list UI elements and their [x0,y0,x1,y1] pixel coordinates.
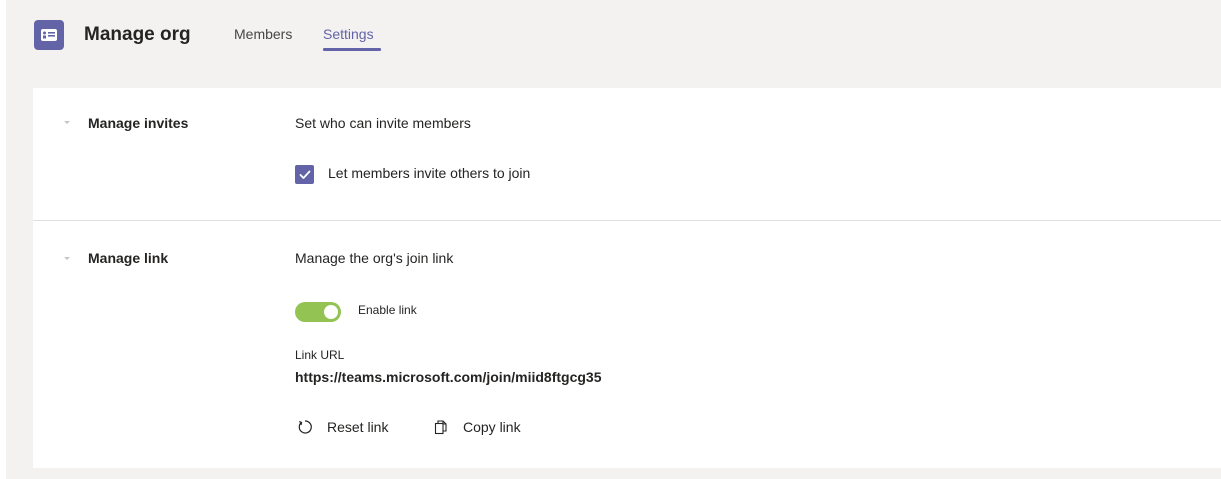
teams-org-icon [34,20,64,50]
copy-link-label: Copy link [463,419,521,435]
toggle-knob [324,305,338,319]
settings-card: Manage invites Set who can invite member… [33,88,1221,468]
enable-link-toggle[interactable] [295,302,341,322]
section-title-link: Manage link [88,250,169,266]
chevron-down-icon[interactable] [64,257,70,260]
enable-link-label: Enable link [358,303,417,317]
active-tab-indicator [323,48,381,51]
page-title: Manage org [84,24,191,45]
link-url-value: https://teams.microsoft.com/join/miid8ft… [295,369,602,385]
checkmark-icon [299,170,310,179]
tab-members[interactable]: Members [234,26,292,42]
copy-icon [433,419,449,435]
reset-link-label: Reset link [327,419,389,435]
section-description-invites: Set who can invite members [295,115,471,131]
invite-checkbox[interactable] [295,165,314,184]
link-url-caption: Link URL [295,348,345,362]
chevron-down-icon[interactable] [64,121,70,124]
reset-link-button[interactable]: Reset link [297,419,388,435]
section-title-invites: Manage invites [88,115,189,131]
section-divider [33,220,1221,221]
invite-checkbox-label[interactable]: Let members invite others to join [328,165,530,181]
copy-link-button[interactable]: Copy link [433,419,521,435]
section-description-link: Manage the org's join link [295,250,454,266]
reset-icon [297,419,313,435]
app-frame: Manage org Members Settings Manage invit… [6,0,1221,479]
tab-settings[interactable]: Settings [323,26,374,42]
